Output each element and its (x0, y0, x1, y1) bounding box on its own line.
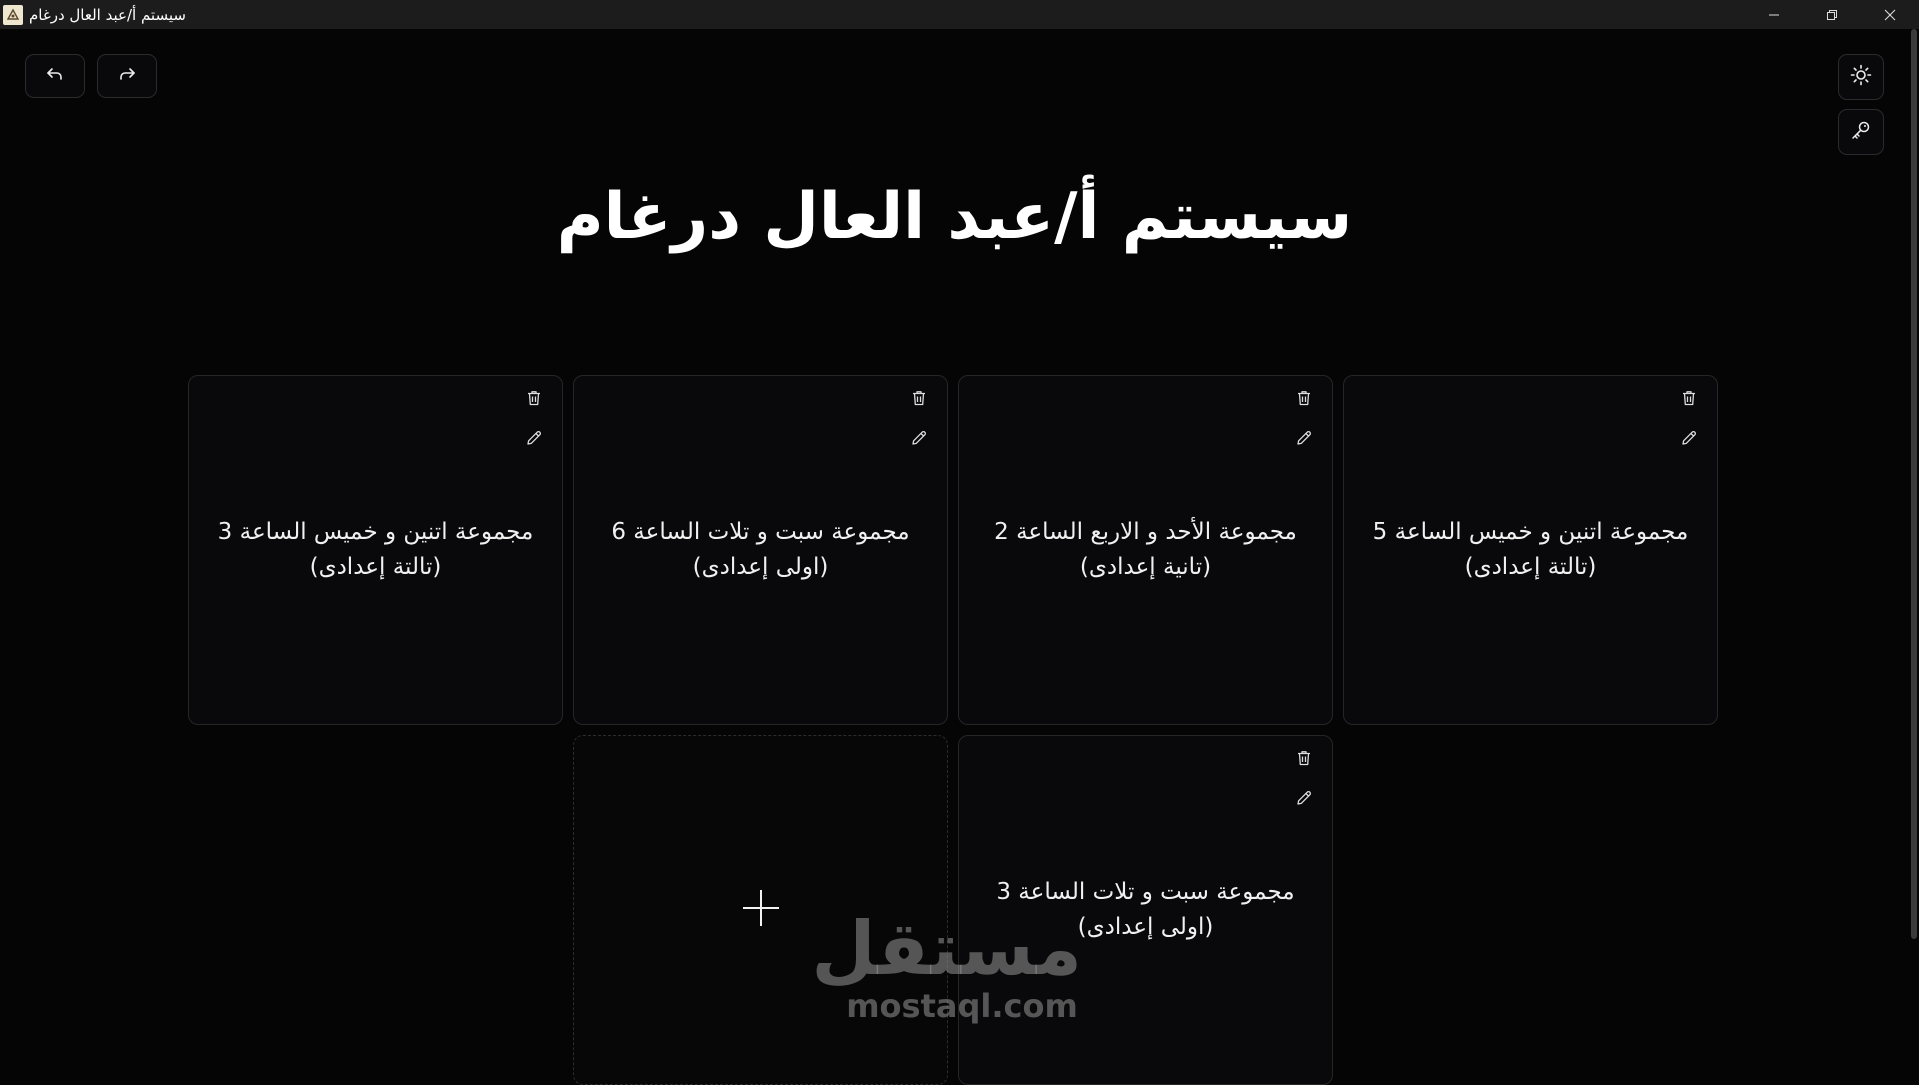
trash-icon[interactable] (1292, 746, 1316, 770)
main-content: سيستم أ/عبد العال درغام مجموعة اتنين و خ… (0, 29, 1909, 1085)
pencil-icon[interactable] (1292, 426, 1316, 450)
group-name-line1: مجموعة اتنين و خميس الساعة 5 (1372, 519, 1689, 545)
trash-icon[interactable] (1292, 386, 1316, 410)
undo-button[interactable] (25, 54, 85, 98)
group-card[interactable]: مجموعة سبت و تلات الساعة 3 (اولى إعدادى) (958, 735, 1333, 1085)
window-controls (1745, 0, 1919, 29)
group-card[interactable]: مجموعة سبت و تلات الساعة 6 (اولى إعدادى) (573, 375, 948, 725)
minimize-icon[interactable] (1745, 0, 1803, 29)
group-name: مجموعة سبت و تلات الساعة 6 (اولى إعدادى) (593, 515, 927, 585)
window-title: سيستم أ/عبد العال درغام (29, 5, 186, 24)
app-logo-icon (3, 4, 23, 25)
group-name: مجموعة الأحد و الاربع الساعة 2 (تانية إع… (976, 515, 1315, 585)
group-name: مجموعة اتنين و خميس الساعة 3 (تالتة إعدا… (200, 515, 552, 585)
titlebar-left: سيستم أ/عبد العال درغام (0, 0, 186, 29)
group-card[interactable]: مجموعة اتنين و خميس الساعة 3 (تالتة إعدا… (188, 375, 563, 725)
window-titlebar: سيستم أ/عبد العال درغام (0, 0, 1919, 29)
trash-icon[interactable] (907, 386, 931, 410)
sun-icon (1850, 64, 1872, 90)
close-icon[interactable] (1861, 0, 1919, 29)
plus-icon (741, 888, 781, 932)
pencil-icon[interactable] (1677, 426, 1701, 450)
groups-grid: مجموعة اتنين و خميس الساعة 3 (تالتة إعدا… (188, 375, 1720, 1085)
pencil-icon[interactable] (522, 426, 546, 450)
add-group-card[interactable] (573, 735, 948, 1085)
group-name-line2: (تالتة إعدادى) (1464, 554, 1597, 580)
scrollbar-thumb[interactable] (1911, 29, 1917, 939)
group-name-line2: (اولى إعدادى) (1077, 914, 1214, 940)
redo-arrow-icon (117, 64, 137, 88)
restore-icon[interactable] (1803, 0, 1861, 29)
empty-slot (1343, 735, 1718, 1085)
pencil-icon[interactable] (1292, 786, 1316, 810)
undo-arrow-icon (45, 64, 65, 88)
group-name-line1: مجموعة الأحد و الاربع الساعة 2 (994, 519, 1297, 545)
group-name-line1: مجموعة سبت و تلات الساعة 3 (996, 879, 1295, 905)
theme-toggle-button[interactable] (1838, 54, 1884, 100)
trash-icon[interactable] (1677, 386, 1701, 410)
pencil-icon[interactable] (907, 426, 931, 450)
vertical-scrollbar[interactable] (1909, 29, 1919, 1018)
key-button[interactable] (1838, 109, 1884, 155)
empty-slot (188, 735, 563, 1085)
group-name: مجموعة اتنين و خميس الساعة 5 (تالتة إعدا… (1355, 515, 1707, 585)
redo-button[interactable] (97, 54, 157, 98)
group-name-line1: مجموعة سبت و تلات الساعة 6 (611, 519, 910, 545)
group-name-line1: مجموعة اتنين و خميس الساعة 3 (217, 519, 534, 545)
group-name-line2: (تانية إعدادى) (1079, 554, 1212, 580)
group-name: مجموعة سبت و تلات الساعة 3 (اولى إعدادى) (978, 875, 1312, 945)
group-name-line2: (تالتة إعدادى) (309, 554, 442, 580)
trash-icon[interactable] (522, 386, 546, 410)
page-title: سيستم أ/عبد العال درغام (556, 180, 1353, 254)
group-name-line2: (اولى إعدادى) (692, 554, 829, 580)
group-card[interactable]: مجموعة الأحد و الاربع الساعة 2 (تانية إع… (958, 375, 1333, 725)
key-icon (1850, 119, 1872, 145)
group-card[interactable]: مجموعة اتنين و خميس الساعة 5 (تالتة إعدا… (1343, 375, 1718, 725)
